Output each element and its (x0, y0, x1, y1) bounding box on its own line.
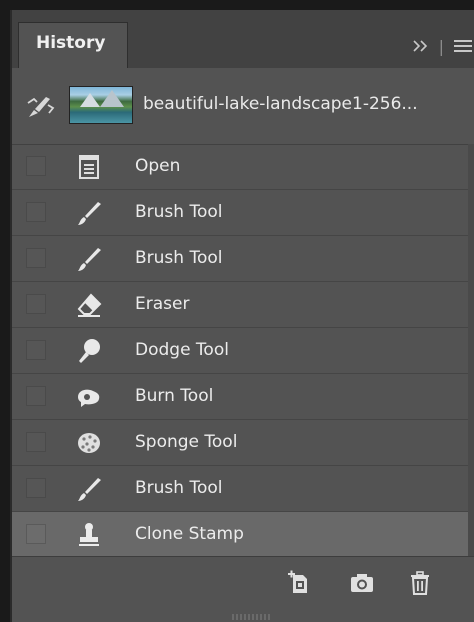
history-source-checkbox[interactable] (26, 156, 46, 176)
history-list: Open Brush Tool Brush Tool Eraser Dodge … (12, 144, 474, 558)
history-row-brush-tool[interactable]: Brush Tool (12, 190, 474, 236)
history-row-clone-stamp[interactable]: Clone Stamp (12, 512, 474, 558)
dodge-icon (79, 339, 100, 363)
history-item-label: Sponge Tool (135, 432, 238, 452)
history-brush-source-icon[interactable] (26, 93, 56, 119)
history-source-checkbox[interactable] (26, 294, 46, 314)
history-source-checkbox[interactable] (26, 202, 46, 222)
history-item-label: Brush Tool (135, 248, 223, 268)
history-row-sponge-tool[interactable]: Sponge Tool (12, 420, 474, 466)
history-source-checkbox[interactable] (26, 248, 46, 268)
snapshot-row[interactable]: beautiful-lake-landscape1-256... (12, 68, 474, 145)
history-source-checkbox[interactable] (26, 340, 46, 360)
new-document-from-state-icon[interactable] (285, 569, 313, 597)
brush-icon (78, 202, 101, 225)
history-item-label: Burn Tool (135, 386, 214, 406)
history-panel: History | beautiful-lake-landscape1-256.… (10, 10, 474, 622)
history-row-brush-tool[interactable]: Brush Tool (12, 236, 474, 282)
history-row-dodge-tool[interactable]: Dodge Tool (12, 328, 474, 374)
panel-tab-bar: History | (12, 10, 474, 68)
burn-icon (78, 389, 100, 407)
history-source-checkbox[interactable] (26, 386, 46, 406)
history-row-burn-tool[interactable]: Burn Tool (12, 374, 474, 420)
panel-controls: | (411, 32, 474, 60)
history-item-label: Brush Tool (135, 478, 223, 498)
history-source-checkbox[interactable] (26, 524, 46, 544)
history-item-label: Clone Stamp (135, 524, 244, 544)
document-icon (79, 155, 99, 179)
panel-footer (12, 556, 474, 613)
camera-snapshot-icon[interactable] (348, 569, 376, 597)
hamburger-menu-icon[interactable] (452, 38, 474, 54)
double-chevron-right-icon[interactable] (411, 39, 431, 53)
sponge-icon (78, 433, 100, 453)
history-source-checkbox[interactable] (26, 478, 46, 498)
snapshot-label: beautiful-lake-landscape1-256... (143, 94, 418, 114)
brush-icon (78, 478, 101, 501)
controls-separator: | (438, 36, 444, 56)
resize-grip[interactable] (232, 614, 272, 620)
history-item-label: Open (135, 156, 181, 176)
history-row-eraser[interactable]: Eraser (12, 282, 474, 328)
history-item-label: Brush Tool (135, 202, 223, 222)
brush-icon (78, 248, 101, 271)
trash-icon[interactable] (406, 569, 434, 597)
tab-history[interactable]: History (18, 22, 128, 68)
scrollbar-track[interactable] (468, 144, 474, 556)
clone-stamp-icon (79, 523, 99, 546)
eraser-icon (77, 293, 102, 317)
snapshot-thumbnail (69, 86, 133, 124)
history-row-open[interactable]: Open (12, 144, 474, 190)
history-item-label: Dodge Tool (135, 340, 229, 360)
history-item-label: Eraser (135, 294, 190, 314)
history-row-brush-tool[interactable]: Brush Tool (12, 466, 474, 512)
history-source-checkbox[interactable] (26, 432, 46, 452)
